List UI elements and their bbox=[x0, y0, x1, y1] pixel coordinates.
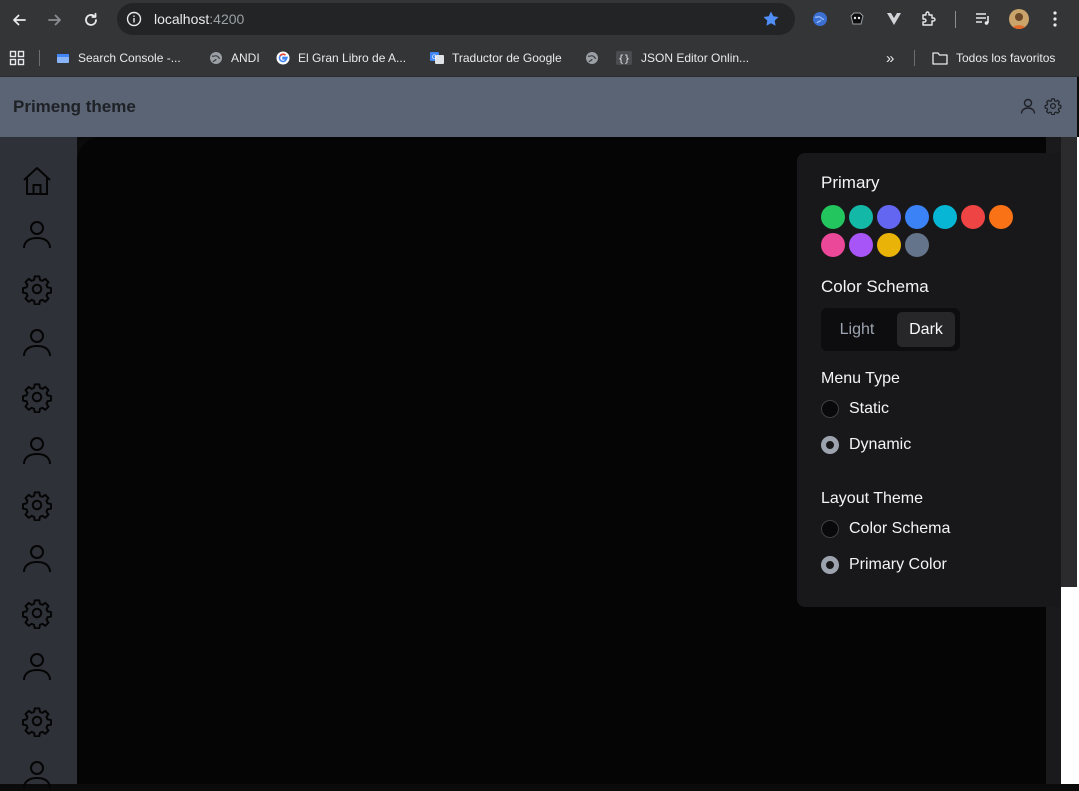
menu-type-static-option[interactable]: Static bbox=[821, 398, 889, 420]
mask-extension-icon[interactable] bbox=[848, 10, 866, 28]
bookmark-search-console[interactable]: Search Console -... bbox=[56, 48, 181, 68]
profile-avatar[interactable] bbox=[1009, 9, 1029, 29]
google-icon bbox=[276, 51, 290, 65]
bookmark-traductor[interactable]: G Traductor de Google bbox=[430, 48, 562, 68]
color-swatch[interactable] bbox=[849, 205, 873, 229]
svg-text:{}: {} bbox=[618, 54, 630, 65]
radio-label: Color Schema bbox=[849, 520, 951, 537]
browser-toolbar: localhost:4200 bbox=[0, 0, 1079, 40]
reload-icon[interactable] bbox=[79, 8, 103, 32]
address-bar[interactable]: localhost:4200 bbox=[117, 3, 795, 35]
user-icon[interactable] bbox=[20, 757, 54, 791]
color-schema-title: Color Schema bbox=[821, 277, 929, 296]
color-schema-dark-option[interactable]: Dark bbox=[897, 312, 955, 347]
color-schema-toggle: Light Dark bbox=[821, 308, 960, 351]
search-console-icon bbox=[56, 51, 70, 65]
user-icon[interactable] bbox=[20, 433, 54, 467]
bookmark-label: JSON Editor Onlin... bbox=[641, 51, 750, 65]
bookmark-label: Traductor de Google bbox=[452, 51, 562, 65]
gear-icon[interactable] bbox=[1044, 97, 1062, 115]
radio-button[interactable] bbox=[821, 556, 839, 574]
bookmark-gran-libro[interactable]: El Gran Libro de A... bbox=[276, 48, 406, 68]
color-swatch[interactable] bbox=[877, 205, 901, 229]
user-icon[interactable] bbox=[20, 325, 54, 359]
app-title: Primeng theme bbox=[13, 97, 136, 116]
back-arrow-icon[interactable] bbox=[7, 8, 31, 32]
radio-button[interactable] bbox=[821, 400, 839, 418]
svg-text:G: G bbox=[432, 55, 437, 61]
user-icon[interactable] bbox=[20, 649, 54, 683]
layout-theme-title: Layout Theme bbox=[821, 490, 923, 507]
vue-devtools-icon[interactable] bbox=[885, 10, 903, 28]
color-schema-light-option[interactable]: Light bbox=[825, 312, 889, 347]
media-control-icon[interactable] bbox=[974, 10, 992, 28]
bookmark-folder-label: Todos los favoritos bbox=[956, 51, 1056, 65]
extensions-puzzle-icon[interactable] bbox=[920, 10, 938, 28]
color-swatch[interactable] bbox=[933, 205, 957, 229]
gear-icon[interactable] bbox=[20, 272, 54, 306]
globe-icon bbox=[209, 51, 223, 65]
color-swatch[interactable] bbox=[849, 233, 873, 257]
globe-icon bbox=[585, 51, 599, 65]
globe-extension-icon[interactable] bbox=[811, 10, 829, 28]
translate-icon: G bbox=[430, 51, 444, 65]
window-edge-shadow bbox=[1061, 137, 1077, 587]
color-swatch[interactable] bbox=[989, 205, 1013, 229]
color-swatch[interactable] bbox=[961, 205, 985, 229]
bookmark-andi[interactable]: ANDI bbox=[209, 48, 260, 68]
more-menu-icon[interactable] bbox=[1046, 10, 1064, 28]
radio-button[interactable] bbox=[821, 436, 839, 454]
folder-icon bbox=[932, 51, 948, 65]
url-port: :4200 bbox=[209, 11, 245, 27]
all-bookmarks-folder[interactable]: Todos los favoritos bbox=[932, 48, 1055, 68]
menu-type-title: Menu Type bbox=[821, 370, 900, 387]
radio-label: Dynamic bbox=[849, 436, 912, 453]
radio-button[interactable] bbox=[821, 520, 839, 538]
site-info-icon[interactable] bbox=[126, 11, 142, 27]
user-icon[interactable] bbox=[20, 217, 54, 251]
bookmarks-overflow-button[interactable]: » bbox=[886, 48, 894, 68]
layout-theme-primary-color-option[interactable]: Primary Color bbox=[821, 554, 947, 576]
primary-title: Primary bbox=[821, 173, 880, 192]
bookmark-label: ANDI bbox=[231, 51, 260, 65]
bookmarks-divider bbox=[39, 50, 40, 66]
bookmark-globe[interactable] bbox=[585, 48, 607, 68]
theme-config-panel: Primary Color Schema Light Dark Menu Typ… bbox=[797, 153, 1061, 607]
color-swatch[interactable] bbox=[877, 233, 901, 257]
bookmarks-bar: Search Console -... ANDI El Gran Libro d… bbox=[0, 40, 1079, 77]
color-swatch[interactable] bbox=[821, 205, 845, 229]
layout-theme-color-schema-option[interactable]: Color Schema bbox=[821, 518, 950, 540]
toolbar-divider bbox=[955, 11, 956, 28]
gear-icon[interactable] bbox=[20, 596, 54, 630]
radio-label: Primary Color bbox=[849, 556, 947, 573]
user-icon[interactable] bbox=[1019, 97, 1037, 115]
bookmark-label: El Gran Libro de A... bbox=[298, 51, 407, 65]
color-swatch[interactable] bbox=[905, 205, 929, 229]
bookmark-json-editor[interactable]: {} JSON Editor Onlin... bbox=[615, 48, 749, 68]
gear-icon[interactable] bbox=[20, 704, 54, 738]
chevron-double-right-icon: » bbox=[886, 49, 895, 67]
menu-type-dynamic-option[interactable]: Dynamic bbox=[821, 434, 911, 456]
apps-grid-icon[interactable] bbox=[9, 50, 25, 66]
radio-label: Static bbox=[849, 400, 890, 417]
gear-icon[interactable] bbox=[20, 488, 54, 522]
user-icon[interactable] bbox=[20, 541, 54, 575]
bookmark-star-icon[interactable] bbox=[762, 10, 780, 28]
app-header: Primeng theme bbox=[0, 77, 1077, 137]
color-swatch[interactable] bbox=[821, 233, 845, 257]
sidebar bbox=[0, 137, 77, 789]
gear-icon[interactable] bbox=[20, 380, 54, 414]
bookmark-label: Search Console -... bbox=[78, 51, 181, 65]
url-host: localhost bbox=[154, 11, 210, 27]
home-icon[interactable] bbox=[20, 164, 54, 198]
url-text: localhost:4200 bbox=[154, 11, 244, 27]
color-swatch[interactable] bbox=[905, 233, 929, 257]
json-braces-icon: {} bbox=[615, 51, 633, 65]
forward-arrow-icon[interactable] bbox=[43, 8, 67, 32]
bookmarks-divider bbox=[914, 50, 915, 66]
